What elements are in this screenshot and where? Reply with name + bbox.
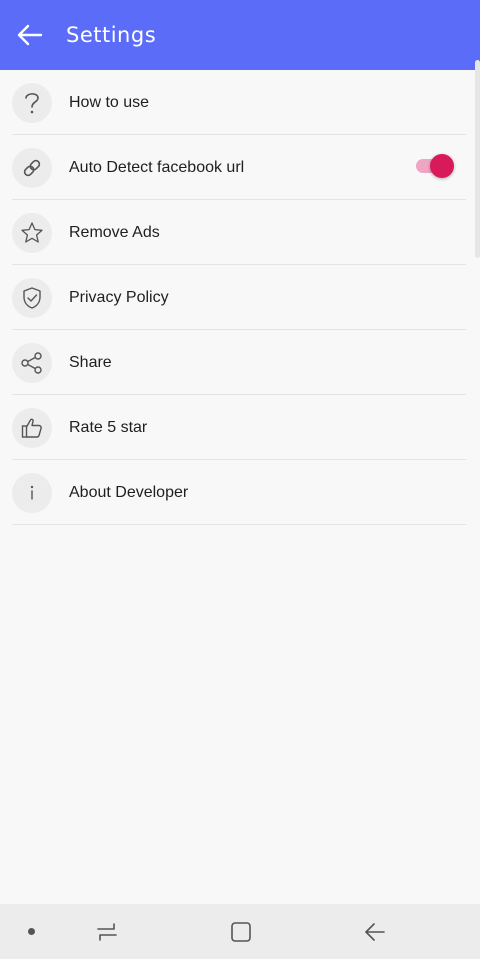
settings-item-label: How to use — [69, 93, 150, 111]
question-icon — [12, 82, 52, 123]
toggle-thumb — [430, 154, 454, 178]
settings-item-auto-detect[interactable]: Auto Detect facebook url — [0, 135, 480, 200]
back-button[interactable] — [0, 0, 60, 70]
settings-item-rate[interactable]: Rate 5 star — [0, 395, 480, 460]
page-title: Settings — [66, 23, 157, 47]
settings-item-label: Auto Detect facebook url — [69, 158, 245, 176]
settings-item-how-to-use[interactable]: How to use — [0, 70, 480, 135]
system-nav-bar — [0, 904, 480, 959]
shield-check-icon — [12, 277, 52, 318]
home-icon[interactable] — [229, 920, 253, 944]
info-icon — [12, 472, 52, 513]
settings-item-label: Privacy Policy — [69, 288, 169, 306]
settings-item-label: Remove Ads — [69, 223, 160, 241]
settings-item-share[interactable]: Share — [0, 330, 480, 395]
auto-detect-toggle[interactable] — [416, 154, 454, 178]
settings-item-label: Rate 5 star — [69, 418, 148, 436]
star-icon — [12, 212, 52, 253]
share-icon — [12, 342, 52, 383]
app-bar: Settings — [0, 0, 480, 70]
arrow-left-icon — [17, 24, 43, 46]
back-icon[interactable] — [363, 920, 387, 944]
settings-item-about[interactable]: About Developer — [0, 460, 480, 525]
settings-item-remove-ads[interactable]: Remove Ads — [0, 200, 480, 265]
dot-icon[interactable] — [28, 928, 35, 935]
divider — [12, 524, 466, 525]
settings-list: How to use Auto Detect facebook url Remo… — [0, 70, 480, 525]
recent-apps-icon[interactable] — [95, 920, 119, 944]
settings-item-label: About Developer — [69, 483, 189, 501]
thumbs-up-icon — [12, 407, 52, 448]
settings-item-privacy-policy[interactable]: Privacy Policy — [0, 265, 480, 330]
settings-item-label: Share — [69, 353, 112, 371]
link-icon — [12, 147, 52, 188]
